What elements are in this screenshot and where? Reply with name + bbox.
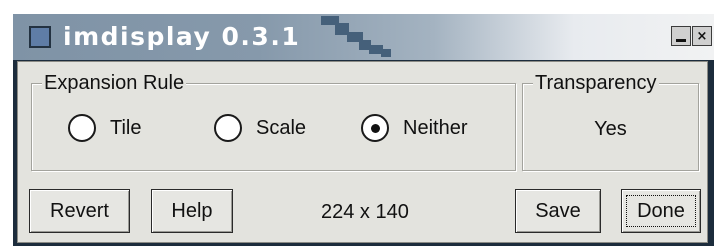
minimize-button[interactable] xyxy=(671,26,691,46)
dialog-body: Expansion Rule Tile Scale Neither Transp… xyxy=(17,61,708,243)
app-window-icon[interactable] xyxy=(29,26,51,48)
minimize-icon xyxy=(676,38,686,42)
radio-tile-indicator[interactable] xyxy=(68,114,96,142)
close-button[interactable]: × xyxy=(692,26,712,46)
radio-neither-indicator[interactable] xyxy=(361,114,389,142)
radio-scale[interactable]: Scale xyxy=(214,110,306,146)
save-button[interactable]: Save xyxy=(515,189,601,233)
expansion-rule-group: Expansion Rule Tile Scale Neither xyxy=(31,72,516,171)
radio-scale-indicator[interactable] xyxy=(214,114,242,142)
radio-tile-label: Tile xyxy=(110,116,142,139)
image-dimensions: 224 x 140 xyxy=(321,201,409,223)
window-title: imdisplay 0.3.1 xyxy=(63,22,301,51)
radio-tile[interactable]: Tile xyxy=(68,110,141,146)
radio-neither-label: Neither xyxy=(403,116,468,139)
radio-selected-dot xyxy=(370,123,380,133)
transparency-group: Transparency Yes xyxy=(522,72,699,171)
radio-neither[interactable]: Neither xyxy=(361,110,467,146)
title-bar[interactable]: imdisplay 0.3.1 × xyxy=(13,14,714,60)
radio-scale-label: Scale xyxy=(256,116,307,139)
focus-ring xyxy=(626,195,696,227)
imdisplay-window: imdisplay 0.3.1 × Expansion Rule Tile Sc… xyxy=(13,14,714,246)
revert-button[interactable]: Revert xyxy=(29,189,130,233)
title-bar-decoration xyxy=(303,14,423,60)
done-button[interactable]: Done xyxy=(621,189,701,233)
transparency-value: Yes xyxy=(594,118,627,140)
help-button[interactable]: Help xyxy=(151,189,233,233)
transparency-legend: Transparency xyxy=(533,72,659,94)
expansion-rule-legend: Expansion Rule xyxy=(42,72,187,94)
close-icon: × xyxy=(696,28,708,44)
